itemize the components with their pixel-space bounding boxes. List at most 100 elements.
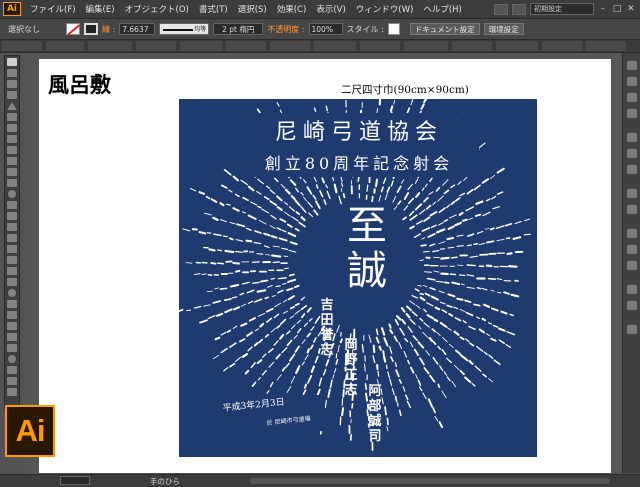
arrange-documents-icon[interactable] bbox=[512, 4, 526, 15]
menu-help[interactable]: ヘルプ(H) bbox=[418, 3, 467, 15]
free-transform-tool-icon[interactable] bbox=[7, 223, 17, 231]
layers-panel-icon[interactable] bbox=[627, 285, 637, 294]
document-settings-button[interactable]: ドキュメント設定 bbox=[410, 23, 480, 35]
artboard-title: 風呂敷 bbox=[48, 69, 111, 99]
line-tool-icon[interactable] bbox=[7, 124, 17, 132]
graphic-styles-panel-icon[interactable] bbox=[627, 205, 637, 214]
document-tab[interactable] bbox=[496, 41, 538, 51]
stroke-profile-select[interactable]: 均等 bbox=[159, 23, 209, 35]
fill-stroke-icon[interactable] bbox=[7, 366, 17, 374]
symbol-sprayer-tool-icon[interactable] bbox=[7, 300, 17, 308]
magic-wand-tool-icon[interactable] bbox=[7, 80, 17, 88]
brush-stroke bbox=[425, 272, 432, 273]
gradient-tool-icon[interactable] bbox=[7, 267, 17, 275]
rotate-tool-icon[interactable] bbox=[8, 190, 16, 198]
pen-tool-icon[interactable] bbox=[7, 102, 17, 110]
paintbrush-tool-icon[interactable] bbox=[7, 146, 17, 154]
menu-view[interactable]: 表示(V) bbox=[311, 3, 350, 15]
perspective-grid-tool-icon[interactable] bbox=[7, 245, 17, 253]
document-tab[interactable] bbox=[586, 41, 626, 51]
eyedropper-tool-icon[interactable] bbox=[7, 278, 17, 286]
minimize-icon[interactable]: – bbox=[598, 4, 608, 14]
brush-stroke bbox=[236, 271, 239, 272]
brush-stroke bbox=[452, 257, 457, 258]
brush-select[interactable]: 2 pt 楕円 bbox=[213, 23, 263, 35]
document-tab[interactable] bbox=[46, 41, 84, 51]
pathfinder-panel-icon[interactable] bbox=[627, 245, 637, 254]
zoom-tool-icon[interactable] bbox=[8, 355, 16, 363]
symbols-panel-icon[interactable] bbox=[627, 109, 637, 118]
transparency-panel-icon[interactable] bbox=[627, 165, 637, 174]
lasso-tool-icon[interactable] bbox=[7, 91, 17, 99]
preferences-button[interactable]: 環境設定 bbox=[484, 23, 524, 35]
menu-window[interactable]: ウィンドウ(W) bbox=[351, 3, 419, 15]
menu-object[interactable]: オブジェクト(O) bbox=[120, 3, 194, 15]
artboard[interactable]: 風呂敷 二尺四寸巾(90cm×90cm) 尼崎弓道協会 創立80周年記念射会 至… bbox=[39, 59, 611, 473]
style-swatch[interactable] bbox=[388, 23, 400, 35]
column-graph-tool-icon[interactable] bbox=[7, 311, 17, 319]
document-tab[interactable] bbox=[180, 41, 222, 51]
document-tab[interactable] bbox=[136, 41, 176, 51]
links-panel-icon[interactable] bbox=[627, 325, 637, 334]
brushes-panel-icon[interactable] bbox=[627, 93, 637, 102]
maximize-icon[interactable]: □ bbox=[612, 4, 622, 14]
brush-stroke bbox=[460, 213, 463, 215]
screen-mode-icon[interactable] bbox=[7, 388, 17, 396]
menu-select[interactable]: 選択(S) bbox=[233, 3, 272, 15]
document-tab[interactable] bbox=[226, 41, 266, 51]
type-tool-icon[interactable] bbox=[7, 113, 17, 121]
blend-tool-icon[interactable] bbox=[8, 289, 16, 297]
stroke-panel-icon[interactable] bbox=[627, 133, 637, 142]
stroke-weight-input[interactable]: 7.6637 bbox=[119, 23, 155, 35]
appearance-panel-icon[interactable] bbox=[627, 189, 637, 198]
direct-selection-tool-icon[interactable] bbox=[7, 69, 17, 77]
opacity-label[interactable]: 不透明度 : bbox=[267, 24, 304, 35]
scale-tool-icon[interactable] bbox=[7, 201, 17, 209]
canvas-area[interactable]: 風呂敷 二尺四寸巾(90cm×90cm) 尼崎弓道協会 創立80周年記念射会 至… bbox=[24, 53, 622, 473]
workspace-select[interactable]: 初期設定 bbox=[530, 3, 594, 15]
mesh-tool-icon[interactable] bbox=[7, 256, 17, 264]
menu-effect[interactable]: 効果(C) bbox=[272, 3, 312, 15]
menu-edit[interactable]: 編集(E) bbox=[81, 3, 120, 15]
menu-type[interactable]: 書式(T) bbox=[194, 3, 233, 15]
artboards-panel-icon[interactable] bbox=[627, 301, 637, 310]
color-panel-icon[interactable] bbox=[627, 61, 637, 70]
opacity-input[interactable]: 100% bbox=[309, 23, 343, 35]
align-panel-icon[interactable] bbox=[627, 229, 637, 238]
document-tab[interactable] bbox=[360, 41, 400, 51]
brush-stroke bbox=[396, 397, 397, 402]
horizontal-scrollbar[interactable] bbox=[250, 478, 610, 484]
document-tab[interactable] bbox=[314, 41, 356, 51]
inner-name-char: 誠 bbox=[368, 413, 381, 429]
document-tab[interactable] bbox=[88, 41, 132, 51]
swatches-panel-icon[interactable] bbox=[627, 77, 637, 86]
document-tab[interactable] bbox=[404, 41, 448, 51]
zoom-input[interactable] bbox=[60, 476, 90, 485]
stroke-swatch[interactable] bbox=[84, 23, 98, 35]
selection-tool-icon[interactable] bbox=[7, 58, 17, 66]
drawing-mode-icon[interactable] bbox=[7, 377, 17, 385]
inner-name-char: 田 bbox=[320, 313, 333, 328]
width-tool-icon[interactable] bbox=[7, 212, 17, 220]
furoshiki-artwork[interactable]: 尼崎弓道協会 創立80周年記念射会 至 誠 吉田誉志岡野正志阿部誠司 平成3年2… bbox=[179, 99, 537, 457]
slice-tool-icon[interactable] bbox=[7, 333, 17, 341]
brush-stroke bbox=[200, 192, 204, 194]
fill-swatch[interactable] bbox=[66, 23, 80, 35]
gradient-panel-icon[interactable] bbox=[627, 149, 637, 158]
blob-brush-tool-icon[interactable] bbox=[7, 168, 17, 176]
menu-file[interactable]: ファイル(F) bbox=[25, 3, 81, 15]
shape-builder-tool-icon[interactable] bbox=[7, 234, 17, 242]
document-tab[interactable] bbox=[2, 41, 42, 51]
close-icon[interactable]: ✕ bbox=[626, 4, 636, 14]
rectangle-tool-icon[interactable] bbox=[7, 135, 17, 143]
pencil-tool-icon[interactable] bbox=[7, 157, 17, 165]
document-tab[interactable] bbox=[452, 41, 492, 51]
hand-tool-icon[interactable] bbox=[7, 344, 17, 352]
artboard-tool-icon[interactable] bbox=[7, 322, 17, 330]
document-tab[interactable] bbox=[542, 41, 582, 51]
character-panel-icon[interactable] bbox=[627, 261, 637, 270]
stroke-label[interactable]: 線 : bbox=[102, 24, 115, 35]
eraser-tool-icon[interactable] bbox=[7, 179, 17, 187]
bridge-icon[interactable] bbox=[494, 4, 508, 15]
document-tab[interactable] bbox=[270, 41, 310, 51]
